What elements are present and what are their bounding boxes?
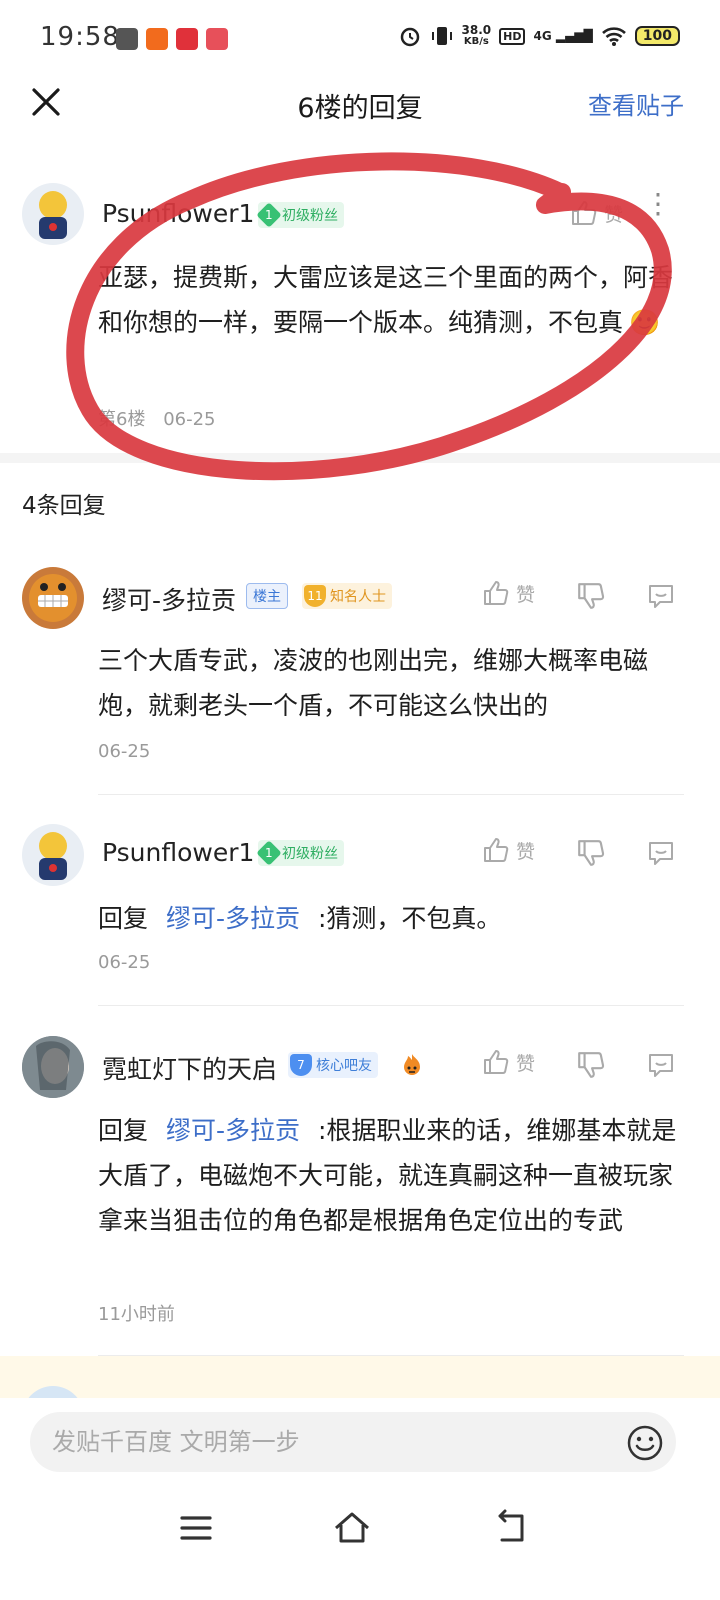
comment-icon[interactable] bbox=[646, 838, 676, 868]
next-reply-preview bbox=[0, 1356, 720, 1448]
app-icon bbox=[146, 28, 168, 50]
reply-item: 霓虹灯下的天启 7 核心吧友 赞 回复 缪可-多拉贡 :根据职业来的话，维娜基本… bbox=[0, 1034, 720, 1356]
owner-badge: 楼主 bbox=[246, 583, 288, 609]
menu-icon[interactable] bbox=[176, 1508, 216, 1548]
post-date: 06-25 bbox=[163, 409, 216, 430]
comment-icon[interactable] bbox=[646, 1050, 676, 1080]
reply-prefix: 回复 bbox=[98, 1116, 149, 1145]
username[interactable]: 缪可-多拉贡 bbox=[102, 581, 236, 617]
badge-label: 知名人士 bbox=[330, 589, 386, 605]
reply-content: 回复 缪可-多拉贡 :根据职业来的话，维娜基本就是大盾了，电磁炮不大可能，就连真… bbox=[98, 1116, 677, 1235]
avatar[interactable] bbox=[22, 183, 84, 245]
floor-number: 第6楼 bbox=[98, 409, 146, 430]
fan-level-badge: 1 初级粉丝 bbox=[256, 202, 344, 228]
status-indicators: 38.0 KB/s HD 4G ▂▄▆█ 100 bbox=[398, 24, 680, 48]
thumbs-down-icon[interactable] bbox=[576, 1050, 606, 1080]
thumbs-up-icon bbox=[484, 1050, 509, 1074]
avatar[interactable] bbox=[22, 824, 84, 886]
reply-content: 回复 缪可-多拉贡 :猜测，不包真。 bbox=[98, 904, 502, 933]
reply-content: 三个大盾专武，凌波的也刚出完，维娜大概率电磁炮，就剩老头一个盾，不可能这么快出的 bbox=[98, 646, 649, 720]
reply-item: 缪可-多拉贡 楼主 11 知名人士 赞 三个大盾专武，凌波的也刚出完，维娜大概率… bbox=[0, 565, 720, 795]
alarm-icon bbox=[400, 27, 419, 47]
comment-input[interactable] bbox=[30, 1412, 676, 1472]
separator bbox=[98, 794, 684, 795]
app-icon bbox=[206, 28, 228, 50]
reply-item: Psunflower1 1 初级粉丝 赞 回复 缪可-多拉贡 :猜测，不包真。 … bbox=[0, 822, 720, 1006]
smile-emoji: 🙂 bbox=[629, 308, 661, 337]
reply-count: 4条回复 bbox=[22, 493, 106, 519]
thumbs-up-icon bbox=[484, 581, 509, 605]
comment-icon[interactable] bbox=[646, 581, 676, 611]
fan-level-badge: 11 知名人士 bbox=[302, 583, 392, 609]
vibrate-icon bbox=[431, 27, 452, 45]
like-label: 赞 bbox=[604, 203, 624, 226]
post-content: 亚瑟，提费斯，大雷应该是这三个里面的两个，阿香和你想的一样，要隔一个版本。纯猜测… bbox=[98, 263, 674, 337]
back-icon[interactable] bbox=[490, 1508, 530, 1548]
like-button[interactable]: 赞 bbox=[482, 836, 535, 864]
like-button[interactable]: 赞 bbox=[570, 199, 623, 227]
status-app-icons bbox=[116, 28, 228, 50]
reply-time: 11小时前 bbox=[98, 1304, 175, 1325]
username[interactable]: Psunflower1 bbox=[102, 199, 254, 228]
emoji-icon[interactable] bbox=[626, 1424, 664, 1462]
thumbs-up-icon bbox=[484, 838, 509, 862]
status-bar: 19:58 38.0 KB/s HD 4G ▂▄▆█ 100 bbox=[0, 0, 720, 80]
post-meta: 第6楼 06-25 bbox=[98, 405, 216, 431]
mention-link[interactable]: 缪可-多拉贡 bbox=[166, 1116, 300, 1145]
battery-icon: 100 bbox=[634, 26, 680, 46]
fan-level-icon: 1 bbox=[256, 840, 282, 866]
section-divider bbox=[0, 453, 720, 463]
separator bbox=[98, 1005, 684, 1006]
avatar[interactable] bbox=[22, 567, 84, 629]
reply-prefix: 回复 bbox=[98, 904, 149, 933]
fire-face-icon bbox=[404, 1054, 420, 1075]
app-icon bbox=[116, 28, 138, 50]
view-post-link[interactable]: 查看贴子 bbox=[588, 86, 684, 121]
home-icon[interactable] bbox=[332, 1508, 372, 1548]
mention-link[interactable]: 缪可-多拉贡 bbox=[166, 904, 300, 933]
main-post: Psunflower1 1 初级粉丝 赞 ⋮ 亚瑟，提费斯，大雷应该是这三个里面… bbox=[0, 175, 720, 455]
comment-input-bar bbox=[0, 1398, 720, 1496]
reply-time: 06-25 bbox=[98, 952, 151, 973]
fan-level-badge: 7 核心吧友 bbox=[288, 1052, 378, 1078]
like-label: 赞 bbox=[516, 583, 536, 606]
username[interactable]: 霓虹灯下的天启 bbox=[102, 1050, 277, 1086]
more-options-icon[interactable]: ⋮ bbox=[644, 190, 672, 218]
fan-level-icon: 11 bbox=[304, 585, 326, 607]
reply-time: 06-25 bbox=[98, 741, 151, 762]
app-icon bbox=[176, 28, 198, 50]
badge-label: 初级粉丝 bbox=[282, 208, 338, 224]
avatar[interactable] bbox=[22, 1036, 84, 1098]
thumbs-down-icon[interactable] bbox=[576, 581, 606, 611]
badge-label: 核心吧友 bbox=[316, 1058, 372, 1074]
wifi-icon bbox=[601, 27, 626, 46]
like-label: 赞 bbox=[516, 1052, 536, 1075]
username[interactable]: Psunflower1 bbox=[102, 838, 254, 867]
like-button[interactable]: 赞 bbox=[482, 579, 535, 607]
hd-icon: HD bbox=[499, 27, 526, 45]
fan-level-icon: 1 bbox=[256, 202, 282, 228]
status-time: 19:58 bbox=[40, 22, 120, 52]
signal-icon: 4G ▂▄▆█ bbox=[533, 29, 593, 43]
like-label: 赞 bbox=[516, 840, 536, 863]
system-nav-bar bbox=[0, 1496, 720, 1600]
badge-label: 初级粉丝 bbox=[282, 846, 338, 862]
fan-level-icon: 7 bbox=[290, 1054, 312, 1076]
like-button[interactable]: 赞 bbox=[482, 1048, 535, 1076]
thumbs-down-icon[interactable] bbox=[576, 838, 606, 868]
fan-level-badge: 1 初级粉丝 bbox=[256, 840, 344, 866]
header: 6楼的回复 查看贴子 bbox=[0, 80, 720, 140]
thumbs-up-icon bbox=[572, 201, 597, 225]
net-speed: 38.0 KB/s bbox=[461, 23, 492, 47]
